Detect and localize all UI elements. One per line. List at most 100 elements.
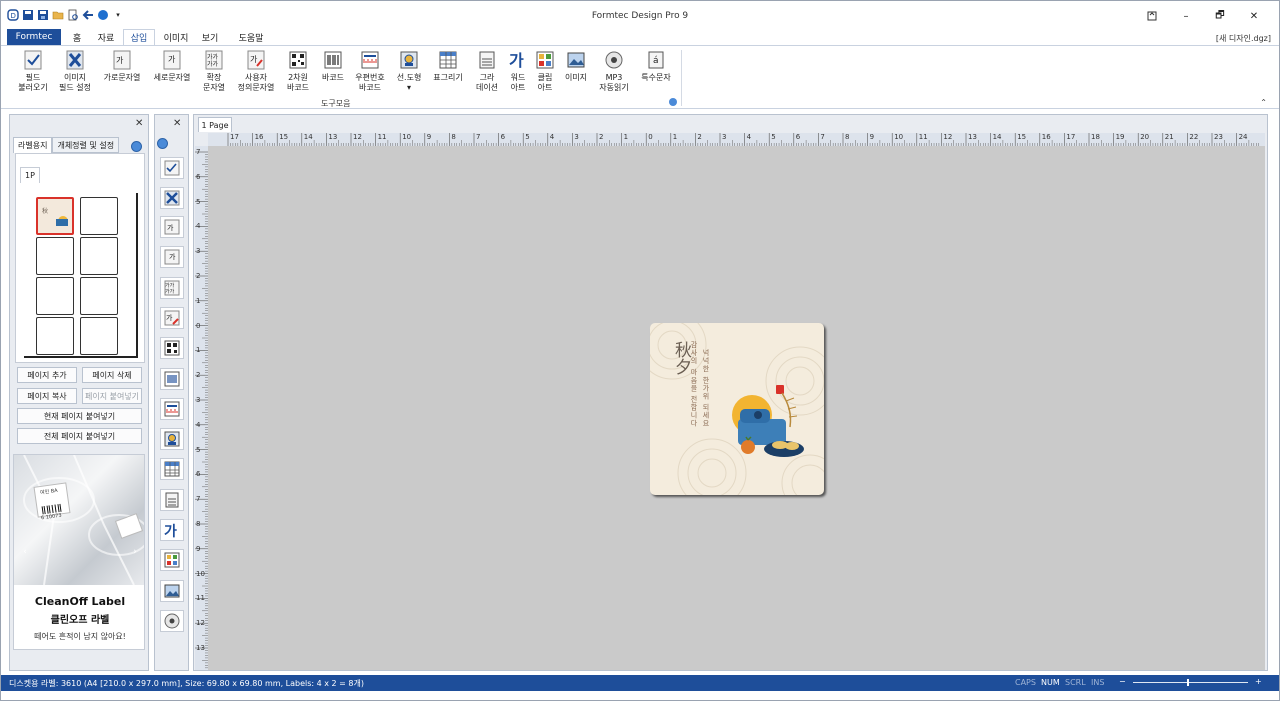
- tool-extended-text[interactable]: 가가 가가: [160, 277, 184, 299]
- zoom-thumb[interactable]: [1187, 679, 1189, 686]
- horizontal-text-button[interactable]: 가 가로문자열: [101, 50, 143, 83]
- image-field-icon: [164, 190, 180, 206]
- word-art-button[interactable]: 가 워드 아트: [505, 50, 531, 93]
- extended-text-icon: 가가가가: [164, 280, 180, 296]
- image-button[interactable]: 이미지: [561, 50, 591, 83]
- shape-icon: [164, 431, 180, 447]
- tool-horizontal-text[interactable]: 가: [160, 216, 184, 238]
- tab-data[interactable]: 자료: [93, 29, 119, 45]
- postal-barcode-button[interactable]: 우편번호 바코드: [353, 50, 387, 93]
- field-load-button[interactable]: 필드 불러오기: [15, 50, 51, 93]
- shape-button[interactable]: 선.도형 ▾: [395, 50, 423, 93]
- tool-image-field[interactable]: [160, 187, 184, 209]
- vertical-text-button[interactable]: 가 세로문자열: [151, 50, 193, 83]
- tool-word-art[interactable]: 가: [160, 519, 184, 541]
- gradation-icon: [478, 50, 496, 70]
- paste-current-page-button[interactable]: 현재 페이지 붙여넣기: [17, 408, 142, 424]
- tab-home[interactable]: 홈: [65, 29, 89, 45]
- extended-text-button[interactable]: 가가 가가 확장 문자열: [201, 50, 227, 93]
- tool-vertical-text[interactable]: 가: [160, 246, 184, 268]
- special-char-button[interactable]: á 특수문자: [637, 50, 675, 83]
- close-icon[interactable]: ✕: [1239, 7, 1269, 25]
- page-tab-1p[interactable]: 1P: [20, 167, 40, 183]
- help-window-icon[interactable]: [1137, 7, 1167, 25]
- table-label: 표그리기: [433, 73, 463, 82]
- custom-text-button[interactable]: 가 사용자 정의문자열: [235, 50, 277, 93]
- collapse-ribbon-icon[interactable]: ⌃: [1260, 98, 1267, 107]
- toolstrip-prev-icon[interactable]: [157, 138, 168, 149]
- add-page-button[interactable]: 페이지 추가: [17, 367, 77, 383]
- shape-dropdown-icon: ▾: [406, 83, 411, 92]
- clip-art-button[interactable]: 클립 아트: [533, 50, 557, 93]
- restore-icon[interactable]: 🗗: [1205, 7, 1235, 25]
- tool-table[interactable]: [160, 458, 184, 480]
- label-cell[interactable]: [80, 317, 118, 355]
- tool-mp3[interactable]: [160, 610, 184, 632]
- tab-label-paper[interactable]: 라벨용지: [13, 137, 53, 153]
- tab-insert[interactable]: 삽입: [123, 29, 155, 45]
- app-menu-button[interactable]: Formtec: [7, 29, 61, 45]
- copy-page-button[interactable]: 페이지 복사: [17, 388, 77, 404]
- tool-shape[interactable]: [160, 428, 184, 450]
- special-char-label: 특수문자: [641, 73, 671, 82]
- paste-all-pages-button[interactable]: 전체 페이지 붙여넣기: [17, 428, 142, 444]
- toolstrip-close-icon[interactable]: ✕: [173, 118, 181, 129]
- zoom-in-button[interactable]: +: [1255, 677, 1262, 686]
- delete-page-button[interactable]: 페이지 삭제: [82, 367, 142, 383]
- panel-close-icon[interactable]: ✕: [135, 118, 143, 129]
- tool-clip-art[interactable]: [160, 549, 184, 571]
- ruler-tick-label: 0: [648, 133, 653, 141]
- label-cell[interactable]: [36, 317, 74, 355]
- gradation-button[interactable]: 그라 데이션: [473, 50, 501, 93]
- zoom-track[interactable]: [1133, 682, 1248, 683]
- ad-banner[interactable]: 여인 BA 6 10073 ‹ › CleanOff Label 클린오프 라벨…: [13, 454, 145, 650]
- group-launcher-icon[interactable]: [669, 98, 677, 106]
- postal-barcode-icon: [361, 50, 379, 70]
- panel-next-icon[interactable]: [131, 141, 142, 152]
- label-cell[interactable]: [80, 197, 118, 235]
- tab-view[interactable]: 보기: [197, 29, 223, 45]
- ruler-tick-label: 13: [968, 133, 977, 141]
- tab-page-1[interactable]: 1 Page: [198, 117, 232, 132]
- tool-custom-text[interactable]: 가: [160, 307, 184, 329]
- word-art-icon: 가: [509, 50, 527, 70]
- special-char-icon: á: [647, 50, 665, 70]
- label-cell-selected[interactable]: 秋: [36, 197, 74, 235]
- tab-object-align[interactable]: 개체정렬 및 설정: [52, 137, 120, 153]
- ruler-tick-label: 17: [230, 133, 239, 141]
- label-cell[interactable]: [80, 237, 118, 275]
- image-field-button[interactable]: 이미지 필드 설정: [55, 50, 95, 93]
- image-icon: [164, 584, 180, 598]
- minimize-icon[interactable]: –: [1171, 7, 1201, 25]
- label-cell[interactable]: [80, 277, 118, 315]
- qr-code-icon: [289, 50, 307, 70]
- tab-image[interactable]: 이미지: [159, 29, 193, 45]
- label-panel: ✕ 라벨용지 개체정렬 및 설정 1P 1 3 秋 페이지 추가 페이지 삭제 …: [9, 114, 149, 671]
- qr-code-button[interactable]: 2차원 바코드: [283, 50, 313, 93]
- tool-barcode[interactable]: [160, 368, 184, 390]
- tool-gradation[interactable]: [160, 489, 184, 511]
- zoom-out-button[interactable]: −: [1119, 677, 1126, 686]
- barcode-button[interactable]: 바코드: [319, 50, 347, 83]
- design-canvas[interactable]: 秋夕 감사의 마음을 전합니다 넉넉한 한가위 되세요: [208, 146, 1265, 670]
- ruler-tick-label: 8: [196, 520, 201, 528]
- table-button[interactable]: 표그리기: [431, 50, 465, 83]
- mp3-button[interactable]: MP3 자동읽기: [597, 50, 631, 93]
- extended-text-label-2: 문자열: [202, 83, 226, 92]
- label-design[interactable]: 秋夕 감사의 마음을 전합니다 넉넉한 한가위 되세요: [650, 323, 824, 495]
- tab-help[interactable]: 도움말: [233, 29, 269, 45]
- tool-field-load[interactable]: [160, 157, 184, 179]
- ad-next-icon[interactable]: ›: [130, 547, 140, 557]
- label-cell[interactable]: [36, 237, 74, 275]
- tool-image[interactable]: [160, 580, 184, 602]
- paste-page-button[interactable]: 페이지 붙여넣기: [82, 388, 142, 404]
- svg-text:가가: 가가: [165, 288, 175, 295]
- tool-qr-code[interactable]: [160, 337, 184, 359]
- label-cell[interactable]: [36, 277, 74, 315]
- ad-prev-icon[interactable]: ‹: [20, 547, 30, 557]
- zoom-slider[interactable]: − +: [1113, 677, 1263, 688]
- ruler-tick-label: 9: [196, 544, 201, 553]
- ruler-tick-label: 5: [196, 445, 201, 454]
- svg-text:가: 가: [168, 55, 176, 64]
- tool-postal-barcode[interactable]: [160, 398, 184, 420]
